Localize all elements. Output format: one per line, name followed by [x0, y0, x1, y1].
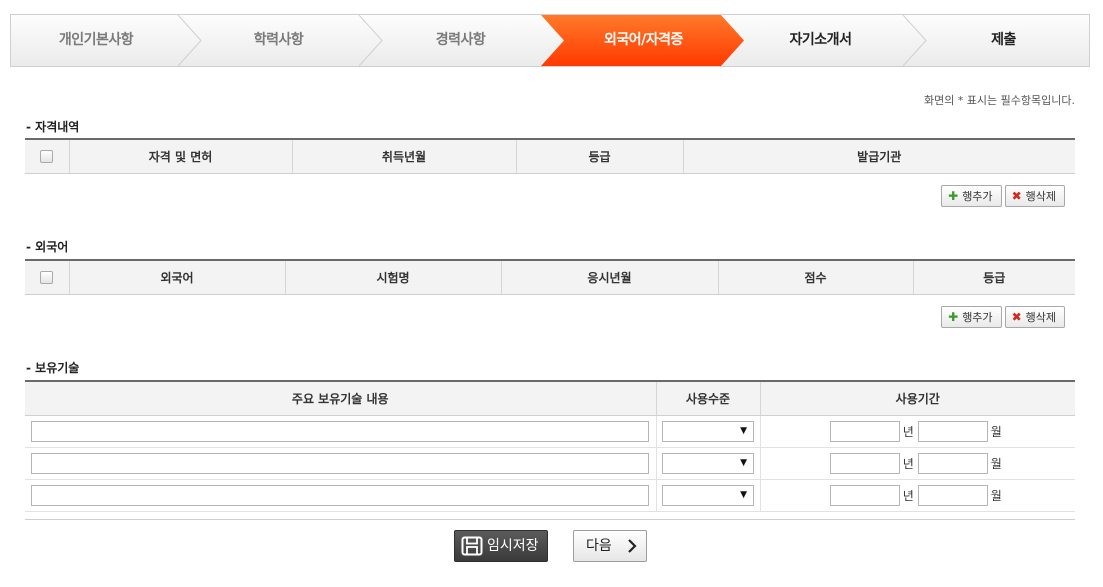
skill-level-select[interactable]: ▼ — [662, 452, 754, 474]
table-row: ▼ 년월 — [25, 447, 1075, 480]
next-button[interactable]: 다음 — [573, 530, 647, 562]
step-progress-bar: 개인기본사항 학력사항 경력사항 외국어/자격증 자기소개서 제출 — [10, 14, 1090, 67]
button-label: 행삭제 — [1025, 190, 1056, 203]
chevron-down-icon: ▼ — [740, 457, 747, 468]
month-unit-label: 월 — [990, 488, 1002, 503]
languages-table: 외국어 시험명 응시년월 점수 등급 — [25, 259, 1075, 295]
button-label: 행삭제 — [1025, 311, 1056, 324]
select-all-checkbox[interactable] — [40, 271, 54, 285]
select-all-cell — [25, 260, 69, 295]
skill-level-cell: ▼ — [655, 479, 760, 512]
column-header: 사용기간 — [759, 381, 1075, 416]
skill-level-cell: ▼ — [655, 415, 760, 448]
chevron-down-icon: ▼ — [740, 425, 747, 436]
certificates-section-title: - 자격내역 — [26, 120, 80, 134]
select-all-cell — [25, 139, 69, 174]
add-row-button[interactable]: ✚ 행추가 — [941, 306, 1002, 328]
column-header: 외국어 — [68, 260, 285, 295]
year-unit-label: 년 — [902, 456, 914, 471]
table-header-row: 외국어 시험명 응시년월 점수 등급 — [25, 260, 1075, 295]
column-header: 발급기관 — [682, 139, 1075, 174]
column-header: 사용수준 — [655, 381, 760, 416]
table-header-row: 자격 및 면허 취득년월 등급 발급기관 — [25, 139, 1075, 174]
skill-content-cell — [25, 415, 656, 448]
certificates-row-buttons: ✚ 행추가 ✖ 행삭제 — [938, 185, 1065, 207]
column-header: 주요 보유기술 내용 — [25, 381, 656, 416]
skill-period-cell: 년월 — [759, 415, 1075, 448]
button-label: 다음 — [586, 538, 612, 554]
column-header: 점수 — [717, 260, 913, 295]
certificates-table: 자격 및 면허 취득년월 등급 발급기관 — [25, 138, 1075, 174]
skill-level-select[interactable]: ▼ — [662, 484, 754, 506]
months-input[interactable] — [917, 420, 988, 442]
select-all-checkbox[interactable] — [40, 150, 54, 164]
years-input[interactable] — [829, 452, 900, 474]
temporary-save-button[interactable]: 임시저장 — [454, 530, 548, 562]
delete-row-button[interactable]: ✖ 행삭제 — [1004, 185, 1065, 207]
button-label: 행추가 — [962, 311, 993, 324]
chevron-right-icon — [628, 539, 637, 553]
required-field-notice: 화면의 * 표시는 필수항목입니다. — [923, 94, 1075, 107]
plus-icon: ✚ — [948, 189, 959, 203]
years-input[interactable] — [829, 420, 900, 442]
column-header: 응시년월 — [500, 260, 718, 295]
step-label: 제출 — [991, 32, 1016, 48]
chevron-down-icon: ▼ — [740, 489, 747, 500]
languages-section-title: - 외국어 — [26, 240, 69, 254]
month-unit-label: 월 — [990, 456, 1002, 471]
step-separators — [177, 15, 927, 66]
months-input[interactable] — [917, 484, 988, 506]
table-header-row: 주요 보유기술 내용 사용수준 사용기간 — [25, 381, 1075, 416]
skills-table: 주요 보유기술 내용 사용수준 사용기간 ▼ 년월 ▼ 년월 ▼ 년월 — [25, 380, 1075, 512]
button-label: 행추가 — [962, 190, 993, 203]
divider — [25, 519, 1075, 520]
column-header: 취득년월 — [291, 139, 516, 174]
step-label: 개인기본사항 — [58, 32, 134, 48]
delete-row-button[interactable]: ✖ 행삭제 — [1004, 306, 1065, 328]
step-label: 외국어/자격증 — [604, 32, 683, 48]
skill-period-cell: 년월 — [759, 479, 1075, 512]
skill-content-input[interactable] — [31, 452, 650, 474]
column-header: 등급 — [912, 260, 1075, 295]
column-header: 시험명 — [284, 260, 501, 295]
month-unit-label: 월 — [990, 424, 1002, 439]
skill-content-input[interactable] — [31, 420, 650, 442]
plus-icon: ✚ — [948, 310, 959, 324]
close-icon: ✖ — [1011, 310, 1022, 324]
years-input[interactable] — [829, 484, 900, 506]
button-label: 임시저장 — [487, 538, 539, 554]
table-row: ▼ 년월 — [25, 479, 1075, 512]
save-icon — [461, 536, 483, 556]
column-header: 자격 및 면허 — [68, 139, 292, 174]
skill-level-select[interactable]: ▼ — [662, 420, 754, 442]
step-label: 경력사항 — [435, 32, 486, 48]
year-unit-label: 년 — [902, 424, 914, 439]
languages-row-buttons: ✚ 행추가 ✖ 행삭제 — [938, 306, 1065, 328]
step-label: 학력사항 — [253, 32, 304, 48]
add-row-button[interactable]: ✚ 행추가 — [941, 185, 1002, 207]
skill-period-cell: 년월 — [759, 447, 1075, 480]
table-row: ▼ 년월 — [25, 415, 1075, 448]
skill-content-input[interactable] — [31, 484, 650, 506]
column-header: 등급 — [515, 139, 683, 174]
skills-section-title: - 보유기술 — [26, 361, 80, 375]
skill-content-cell — [25, 447, 656, 480]
step-label: 자기소개서 — [789, 32, 852, 48]
skill-level-cell: ▼ — [655, 447, 760, 480]
months-input[interactable] — [917, 452, 988, 474]
close-icon: ✖ — [1011, 189, 1022, 203]
skill-content-cell — [25, 479, 656, 512]
year-unit-label: 년 — [902, 488, 914, 503]
